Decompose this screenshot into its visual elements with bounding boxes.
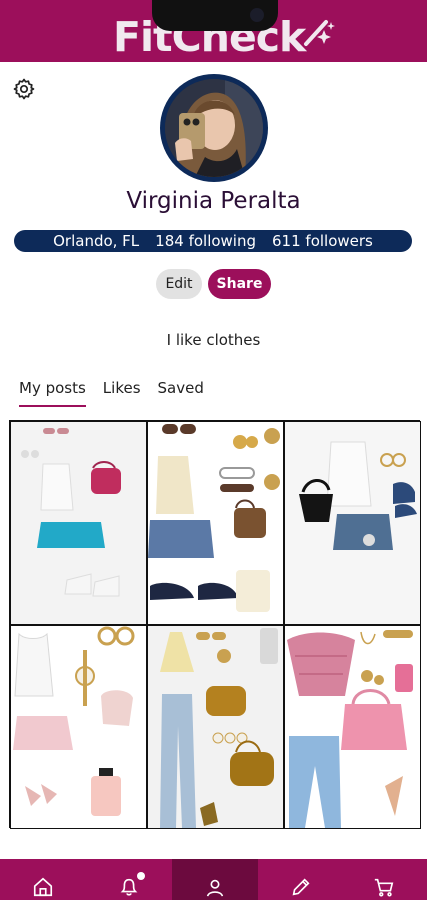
profile-stats-bar: Orlando, FL 184 following 611 followers <box>14 230 412 252</box>
phone-notch <box>152 0 278 31</box>
tab-my-posts[interactable]: My posts <box>19 379 86 407</box>
camera-dot <box>250 8 264 22</box>
profile-tabs: My posts Likes Saved <box>19 379 221 407</box>
outfit-image <box>285 422 420 624</box>
location-text: Orlando, FL <box>53 232 140 250</box>
edit-button[interactable]: Edit <box>156 269 202 299</box>
share-button[interactable]: Share <box>208 269 271 299</box>
following-count[interactable]: 184 following <box>155 232 256 250</box>
post-tile-3[interactable] <box>284 421 421 625</box>
nav-profile[interactable] <box>172 859 258 900</box>
notification-badge <box>137 872 145 880</box>
nav-cart[interactable] <box>341 859 427 900</box>
tab-saved[interactable]: Saved <box>158 379 204 403</box>
outfit-image <box>148 422 283 624</box>
avatar[interactable] <box>165 79 263 177</box>
tab-likes[interactable]: Likes <box>103 379 141 403</box>
phone-screen: FitCheck Virginia Peralta Orlando, FL 18… <box>0 0 427 900</box>
gear-icon[interactable] <box>12 77 36 101</box>
app-header: FitCheck <box>0 0 427 62</box>
pencil-icon <box>292 877 310 895</box>
post-tile-4[interactable] <box>10 625 147 829</box>
outfit-image <box>11 626 146 828</box>
profile-photo <box>165 79 263 177</box>
followers-count[interactable]: 611 followers <box>272 232 373 250</box>
profile-bio: I like clothes <box>166 331 261 349</box>
cart-icon <box>374 878 394 897</box>
sparkle-icon <box>304 20 335 46</box>
nav-home[interactable] <box>0 859 86 900</box>
outfit-image <box>148 626 283 828</box>
bell-icon <box>120 878 138 896</box>
post-tile-2[interactable] <box>147 421 284 625</box>
post-tile-6[interactable] <box>284 625 421 829</box>
home-icon <box>33 877 53 896</box>
bottom-nav-bar <box>0 859 427 900</box>
profile-name: Virginia Peralta <box>126 188 301 214</box>
post-tile-5[interactable] <box>147 625 284 829</box>
post-tile-1[interactable] <box>10 421 147 625</box>
outfit-image <box>11 422 146 624</box>
nav-notifications[interactable] <box>86 859 172 900</box>
nav-create-post[interactable] <box>258 859 344 900</box>
posts-grid <box>9 420 421 829</box>
outfit-image <box>285 626 420 828</box>
profile-icon <box>206 879 224 897</box>
